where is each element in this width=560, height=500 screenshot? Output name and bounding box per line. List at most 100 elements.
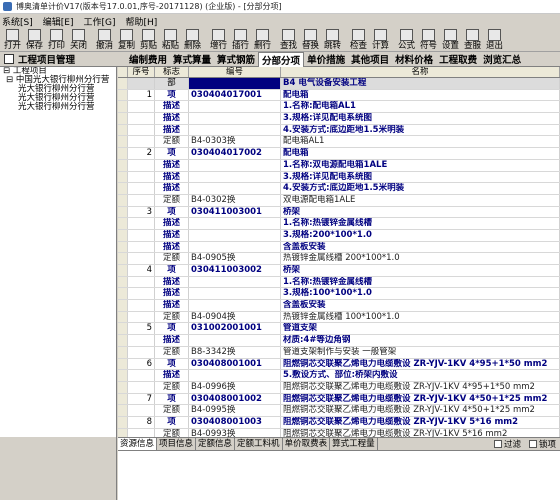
toolbar-button[interactable]: 查找 bbox=[278, 28, 299, 52]
table-row[interactable]: 定额 B4-0996换 阻燃铜芯交联聚乙烯电力电缆敷设 ZR-YJV-1KV 4*9… bbox=[118, 381, 560, 394]
table-row[interactable]: 描述 含盖板安装 bbox=[118, 241, 560, 254]
toolbar-icon bbox=[212, 29, 225, 41]
toolbar-button[interactable]: 计算 bbox=[370, 28, 391, 52]
toolbar-button[interactable]: 设置 bbox=[440, 28, 461, 52]
toolbar-button[interactable]: 跳转 bbox=[322, 28, 343, 52]
toolbar-button[interactable]: 插行 bbox=[230, 28, 251, 52]
table-row[interactable]: 1 项 030404017001 配电箱 bbox=[118, 89, 560, 102]
table-row[interactable]: 描述 1.名称:配电箱AL1 bbox=[118, 101, 560, 114]
toolbar-button[interactable]: 增行 bbox=[208, 28, 229, 52]
toolbar-button[interactable]: 查服 bbox=[462, 28, 483, 52]
tree-node-item[interactable]: 光大银行柳州分行营 bbox=[0, 103, 116, 112]
checkbox[interactable] bbox=[528, 440, 537, 448]
table-row[interactable]: 描述 5.敷设方式、部位:桥架内敷设 bbox=[118, 370, 560, 382]
cell-flag: 项 bbox=[155, 206, 189, 218]
table-row[interactable]: 定额 B4-0904换 热镀锌金属线槽 100*100*1.0 bbox=[118, 311, 560, 324]
cell-flag: 项 bbox=[155, 89, 189, 101]
table-row[interactable]: 定额 B8-3342换 管道支架制作与安装 一般管架 bbox=[118, 346, 560, 359]
table-row[interactable]: 描述 1.名称:热镀锌金属线槽 bbox=[118, 218, 560, 230]
toolbar-button[interactable]: 公式 bbox=[396, 28, 417, 52]
table-row[interactable]: 描述 3.规格:100*100*1.0 bbox=[118, 288, 560, 301]
toolbar-button[interactable]: 删除 bbox=[182, 28, 203, 52]
toolbar-button[interactable]: 替换 bbox=[300, 28, 321, 52]
table-row[interactable]: 4 项 030411003002 桥架 bbox=[118, 265, 560, 277]
row-indicator bbox=[118, 229, 128, 241]
bottom-tab[interactable]: 定额信息 bbox=[196, 437, 236, 451]
toolbar-label: 符号 bbox=[419, 41, 437, 51]
toolbar-label: 查服 bbox=[463, 41, 481, 51]
table-row[interactable]: 部 B4 电气设备安装工程 bbox=[118, 78, 560, 90]
toolbar-button[interactable]: 剪贴 bbox=[138, 28, 159, 52]
cell-name: 桥架 bbox=[281, 265, 560, 276]
menu-work[interactable]: 工作[G] bbox=[83, 15, 115, 28]
cell-flag: 项 bbox=[155, 265, 189, 276]
table-row[interactable]: 8 项 030408001003 阻燃铜芯交联聚乙烯电力电缆敷设 ZR-YJV-1KV… bbox=[118, 416, 560, 429]
table-row[interactable]: 7 项 030408001002 阻燃铜芯交联聚乙烯电力电缆敷设 ZR-YJV-1KV… bbox=[118, 393, 560, 406]
checkbox[interactable] bbox=[493, 440, 502, 448]
toolbar-button[interactable]: 删行 bbox=[252, 28, 273, 52]
mode-tab[interactable]: 算式算量 bbox=[170, 52, 214, 67]
table-row[interactable]: 5 项 031002001001 管道支架 bbox=[118, 323, 560, 336]
toolbar-label: 粘贴 bbox=[161, 41, 179, 51]
toolbar-button[interactable]: 关闭 bbox=[68, 28, 89, 52]
table-row[interactable]: 定额 B4-0995换 阻燃铜芯交联聚乙烯电力电缆敷设 ZR-YJV-1KV 4*5… bbox=[118, 405, 560, 417]
mode-tab[interactable]: 其他项目 bbox=[348, 52, 392, 67]
pin-icon[interactable] bbox=[4, 54, 14, 64]
table-row[interactable]: 描述 3.规格:200*100*1.0 bbox=[118, 229, 560, 242]
mode-tab[interactable]: 单价措施 bbox=[304, 52, 348, 67]
col-flag-header[interactable]: 标志 bbox=[155, 67, 189, 77]
table-row[interactable]: 定额 B4-0905换 热镀锌金属线槽 200*100*1.0 bbox=[118, 253, 560, 265]
table-row[interactable]: 2 项 030404017002 配电箱 bbox=[118, 148, 560, 160]
mode-tab[interactable]: 编制费用 bbox=[126, 52, 170, 67]
col-code-header[interactable]: 编号 bbox=[189, 67, 281, 77]
cell-flag: 描述 bbox=[155, 229, 189, 241]
table-row[interactable]: 描述 材质:4#等边角钢 bbox=[118, 335, 560, 347]
table-row[interactable]: 定额 B4-0302换 双电源配电箱1ALE bbox=[118, 194, 560, 207]
cell-seq bbox=[128, 124, 155, 136]
table-row[interactable]: 描述 4.安装方式:底边距地1.5米明装 bbox=[118, 124, 560, 137]
toolbar-button[interactable]: 粘贴 bbox=[160, 28, 181, 52]
table-row[interactable]: 描述 3.规格:详见配电系统图 bbox=[118, 171, 560, 184]
mode-tab[interactable]: 算式钢筋 bbox=[214, 52, 258, 67]
toolbar-icon bbox=[186, 29, 199, 41]
menu-system[interactable]: 系统[S] bbox=[2, 15, 33, 28]
cell-seq: 3 bbox=[128, 206, 155, 218]
col-seq-header[interactable]: 序号 bbox=[128, 67, 155, 77]
table-row[interactable]: 描述 1.名称:双电源配电箱1ALE bbox=[118, 159, 560, 172]
mode-tab[interactable]: 分部分项 bbox=[258, 51, 305, 67]
filter-checks: 过滤 锁项 bbox=[486, 438, 556, 450]
cell-code: B4-0302换 bbox=[189, 194, 281, 206]
toolbar-button[interactable]: 打开 bbox=[2, 28, 23, 52]
bottom-tab[interactable]: 项目信息 bbox=[157, 437, 197, 451]
menu-edit[interactable]: 编辑[E] bbox=[43, 15, 74, 28]
table-row[interactable]: 3 项 030411003001 桥架 bbox=[118, 206, 560, 219]
bottom-tab[interactable]: 单价取费表 bbox=[283, 437, 331, 451]
row-indicator bbox=[118, 346, 128, 358]
toolbar-button[interactable]: 复制 bbox=[116, 28, 137, 52]
col-name-header[interactable]: 名称 bbox=[281, 67, 560, 77]
bottom-tab[interactable]: 定额工料机 bbox=[235, 437, 283, 451]
cell-flag: 定额 bbox=[155, 381, 189, 393]
table-row[interactable]: 定额 B4-0993换 阻燃铜芯交联聚乙烯电力电缆敷设 ZR-YJV-1KV 5*1… bbox=[118, 428, 560, 437]
table-row[interactable]: 描述 4.安装方式:底边距地1.5米明装 bbox=[118, 183, 560, 195]
mode-tab[interactable]: 浏览汇总 bbox=[480, 52, 524, 67]
toolbar-button[interactable]: 打印 bbox=[46, 28, 67, 52]
toolbar-label: 打开 bbox=[3, 41, 21, 51]
bottom-tab[interactable]: 算式工程量 bbox=[330, 437, 378, 451]
toolbar-button[interactable]: 保存 bbox=[24, 28, 45, 52]
toolbar-button[interactable]: 撤消 bbox=[94, 28, 115, 52]
table-row[interactable]: 描述 1.名称:热镀锌金属线槽 bbox=[118, 276, 560, 289]
table-row[interactable]: 描述 含盖板安装 bbox=[118, 300, 560, 312]
bottom-tab[interactable]: 资源信息 bbox=[118, 437, 158, 451]
menu-help[interactable]: 帮助[H] bbox=[125, 15, 157, 28]
toolbar-button[interactable]: 退出 bbox=[484, 28, 505, 52]
mode-tab[interactable]: 材料价格 bbox=[392, 52, 436, 67]
table-row[interactable]: 定额 B4-0303换 配电箱AL1 bbox=[118, 136, 560, 149]
table-row[interactable]: 6 项 030408001001 阻燃铜芯交联聚乙烯电力电缆敷设 ZR-YJV-1KV… bbox=[118, 358, 560, 371]
mode-tab[interactable]: 工程取费 bbox=[436, 52, 480, 67]
table-row[interactable]: 描述 3.规格:详见配电系统图 bbox=[118, 113, 560, 125]
toolbar-button[interactable]: 检查 bbox=[348, 28, 369, 52]
toolbar-button[interactable]: 符号 bbox=[418, 28, 439, 52]
cell-seq bbox=[128, 370, 155, 381]
cell-seq bbox=[128, 276, 155, 288]
